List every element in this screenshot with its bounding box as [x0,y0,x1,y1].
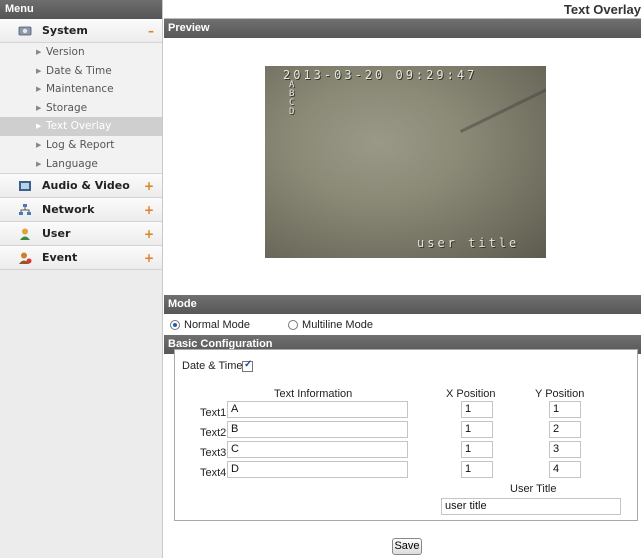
normal-mode-label: Normal Mode [184,318,251,331]
sidebar-category-label: User [42,227,71,241]
text1-label: Text1: [200,407,230,419]
arrow-right-icon: ▶ [36,85,42,94]
sidebar-item-language[interactable]: ▶ Language [0,155,162,174]
sidebar-item-label: Language [46,157,98,170]
text2-y-input[interactable]: 2 [549,421,581,438]
mode-section-header: Mode [164,295,641,314]
sidebar-item-label: Log & Report [46,138,115,151]
page-title: Text Overlay [164,0,641,19]
normal-mode-radio[interactable] [170,319,180,330]
text2-label: Text2: [200,427,230,439]
text2-x-input[interactable]: 1 [461,421,493,438]
sidebar-category-label: System [42,24,88,37]
text3-y-input[interactable]: 3 [549,441,581,458]
multiline-mode-label: Multiline Mode [302,318,373,331]
expand-icon[interactable]: + [144,174,154,198]
preview-area: 2013-03-20 09:29:47 A B C D user title [164,38,641,295]
arrow-right-icon: ▶ [36,66,42,75]
multiline-mode-option[interactable]: Multiline Mode [288,319,373,331]
sidebar-item-date-time[interactable]: ▶ Date & Time [0,62,162,81]
expand-icon[interactable]: + [144,198,154,222]
col-header-text: Text Information [274,388,353,400]
sidebar-category-label: Audio & Video [42,179,130,193]
col-header-x: X Position [446,388,496,400]
sidebar-category-label: Network [42,203,95,217]
text3-x-input[interactable]: 1 [461,441,493,458]
mode-options: Normal Mode Multiline Mode [164,314,641,335]
system-submenu: ▶ Version ▶ Date & Time ▶ Maintenance ▶ Stor… [0,43,162,175]
text1-y-input[interactable]: 1 [549,401,581,418]
arrow-right-icon: ▶ [36,140,42,149]
preview-section-header: Preview [164,19,641,38]
save-button[interactable]: Save [392,538,422,555]
multiline-mode-radio[interactable] [288,319,299,330]
event-icon [19,252,32,265]
text3-label: Text3: [200,447,230,459]
sidebar-item-label: Date & Time [46,64,112,77]
collapse-icon[interactable]: – [148,19,154,43]
basic-config-box: Date & Time Text Information X Position … [174,349,638,521]
osd-text-lines: A B C D [289,81,297,117]
text1-x-input[interactable]: 1 [461,401,493,418]
text4-y-input[interactable]: 4 [549,461,581,478]
sidebar-item-maintenance[interactable]: ▶ Maintenance [0,80,162,99]
sidebar-item-log-report[interactable]: ▶ Log & Report [0,136,162,155]
user-icon [20,228,30,241]
sidebar-item-version[interactable]: ▶ Version [0,43,162,62]
col-header-y: Y Position [535,388,585,400]
sidebar-category-event[interactable]: Event + [0,246,162,271]
user-title-input[interactable]: user title [441,498,621,515]
text3-input[interactable]: C [227,441,408,458]
arrow-right-icon: ▶ [36,159,42,168]
expand-icon[interactable]: + [144,246,154,270]
text4-x-input[interactable]: 1 [461,461,493,478]
sidebar-category-user[interactable]: User + [0,222,162,247]
date-time-checkbox[interactable] [242,359,253,372]
system-icon [18,26,32,36]
date-time-label: Date & Time [182,360,243,372]
osd-user-title: user title [417,236,520,250]
text4-label: Text4: [200,467,230,479]
sidebar-item-label: Text Overlay [46,120,112,133]
sidebar-item-label: Version [46,46,85,58]
text1-input[interactable]: A [227,401,408,418]
video-preview: 2013-03-20 09:29:47 A B C D user title [265,66,546,258]
normal-mode-option[interactable]: Normal Mode [170,319,250,331]
user-title-label: User Title [510,483,557,495]
audio-video-icon [19,181,31,192]
sidebar-item-label: Storage [46,101,88,114]
text2-input[interactable]: B [227,421,408,438]
sidebar-category-label: Event [42,251,78,265]
sidebar-item-label: Maintenance [46,83,114,96]
sidebar-category-system[interactable]: System – [0,19,162,43]
arrow-right-icon: ▶ [36,48,42,56]
network-icon [19,204,31,216]
video-cable [459,82,546,133]
sidebar-item-storage[interactable]: ▶ Storage [0,99,162,118]
sidebar-category-audio-video[interactable]: Audio & Video + [0,174,162,199]
sidebar-item-text-overlay[interactable]: ▶ Text Overlay [0,117,162,136]
arrow-right-icon: ▶ [36,122,42,131]
osd-line: D [289,107,298,117]
osd-timestamp: 2013-03-20 09:29:47 [283,68,478,82]
arrow-right-icon: ▶ [36,103,42,112]
expand-icon[interactable]: + [144,222,154,246]
menu-header: Menu [0,0,162,19]
sidebar-category-network[interactable]: Network + [0,198,162,223]
text4-input[interactable]: D [227,461,408,478]
sidebar-menu: Menu System – ▶ Version ▶ Date & Time ▶ Mai… [0,0,163,558]
